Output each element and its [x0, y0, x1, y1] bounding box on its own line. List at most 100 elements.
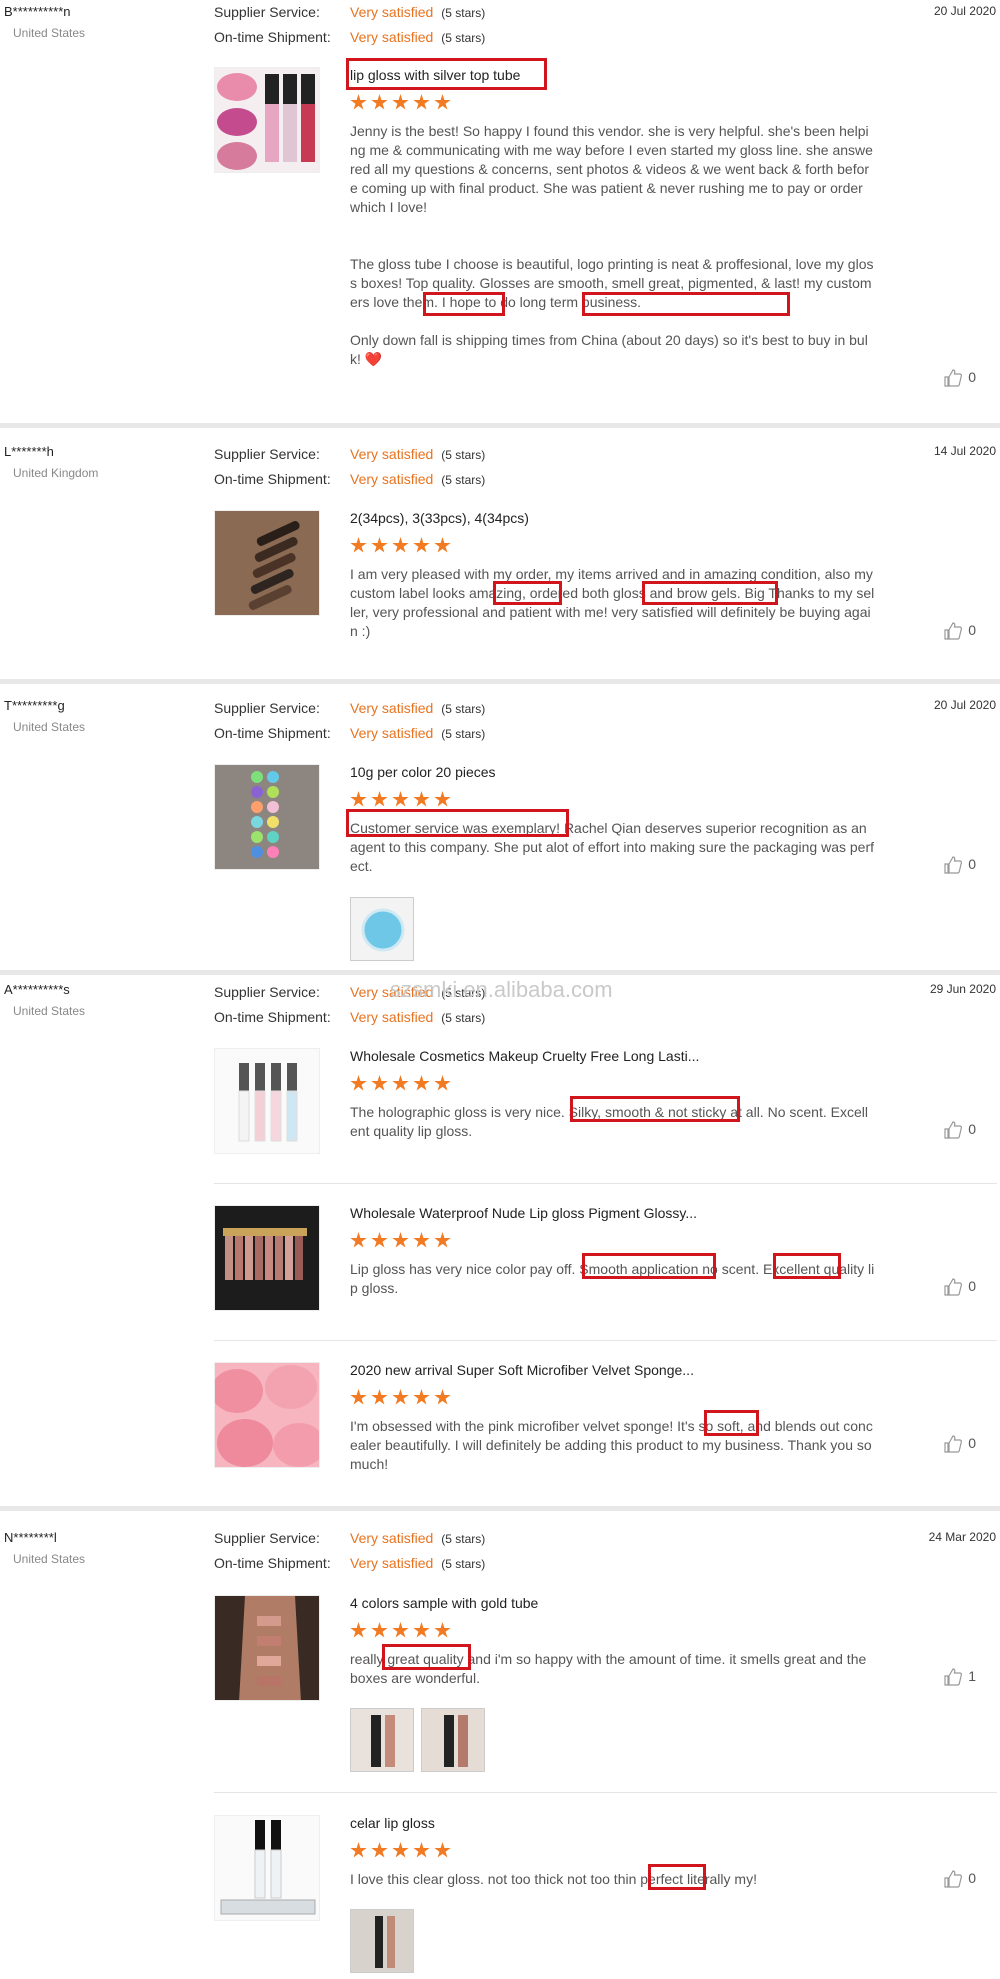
like-count: 0: [968, 622, 976, 638]
rating-label: On-time Shipment:: [214, 1555, 331, 1571]
ontime-shipment-rating: On-time Shipment: Very satisfied (5 stars): [214, 1555, 485, 1571]
review-photo[interactable]: [350, 1909, 414, 1973]
review-date: 24 Mar 2020: [928, 1530, 996, 1544]
thumbs-up-icon: [944, 1668, 963, 1686]
buyer-country: United States: [13, 26, 86, 40]
review-card: B**********n United States 20 Jul 2020 S…: [0, 0, 1000, 428]
like-count: 0: [968, 1870, 976, 1886]
supplier-service-rating: Supplier Service: Very satisfied (5 stars): [214, 4, 485, 20]
product-title[interactable]: Wholesale Waterproof Nude Lip gloss Pigm…: [350, 1205, 697, 1221]
like-button[interactable]: 0: [944, 1870, 976, 1888]
like-button[interactable]: 0: [944, 856, 976, 874]
highlight-box: [346, 58, 547, 90]
like-button[interactable]: 0: [944, 1121, 976, 1139]
product-title[interactable]: Wholesale Cosmetics Makeup Cruelty Free …: [350, 1048, 699, 1064]
rating-label: Supplier Service:: [214, 4, 320, 20]
ontime-shipment-rating: On-time Shipment: Very satisfied (5 stars): [214, 29, 485, 45]
thumbs-up-icon: [944, 1121, 963, 1139]
product-title[interactable]: 2020 new arrival Super Soft Microfiber V…: [350, 1362, 694, 1378]
rating-stars-text: (5 stars): [441, 702, 486, 716]
supplier-service-rating: Supplier Service: Very satisfied (5 stars): [214, 700, 485, 716]
star-rating: [350, 94, 455, 111]
rating-value: Very satisfied: [350, 471, 434, 487]
item-divider: [214, 1792, 997, 1793]
highlight-box: [704, 1410, 759, 1436]
rating-stars-text: (5 stars): [441, 6, 486, 20]
review-card: A**********s United States 29 Jun 2020 S…: [0, 978, 1000, 1511]
like-button[interactable]: 1: [944, 1668, 976, 1686]
buyer-country: United States: [13, 1552, 86, 1566]
review-card: N********l United States 24 Mar 2020 Sup…: [0, 1520, 1000, 1979]
rating-value: Very satisfied: [350, 4, 434, 20]
product-title[interactable]: 2(34pcs), 3(33pcs), 4(34pcs): [350, 510, 529, 526]
highlight-box: [570, 1096, 740, 1122]
thumbs-up-icon: [944, 369, 963, 387]
rating-value: Very satisfied: [350, 1009, 434, 1025]
like-button[interactable]: 0: [944, 1435, 976, 1453]
highlight-box: [582, 1253, 716, 1279]
like-button[interactable]: 0: [944, 369, 976, 387]
review-text: I love this clear gloss. not too thick n…: [350, 1871, 757, 1887]
star-rating: [350, 1232, 455, 1249]
ontime-shipment-rating: On-time Shipment: Very satisfied (5 stars): [214, 471, 485, 487]
star-rating: [350, 537, 455, 554]
product-title[interactable]: 4 colors sample with gold tube: [350, 1595, 538, 1611]
review-text: I'm obsessed with the pink microfiber ve…: [350, 1418, 873, 1472]
rating-stars-text: (5 stars): [441, 1532, 486, 1546]
supplier-service-rating: Supplier Service: Very satisfied (5 stars): [214, 446, 485, 462]
review-photo[interactable]: [421, 1708, 485, 1772]
rating-stars-text: (5 stars): [441, 727, 486, 741]
rating-value: Very satisfied: [350, 1555, 434, 1571]
review-photo[interactable]: [350, 1708, 414, 1772]
rating-stars-text: (5 stars): [441, 31, 486, 45]
rating-label: On-time Shipment:: [214, 1009, 331, 1025]
highlight-box: [346, 809, 569, 837]
product-image[interactable]: [214, 1205, 320, 1311]
product-image[interactable]: [214, 67, 320, 173]
like-count: 1: [968, 1668, 976, 1684]
buyer-country: United States: [13, 720, 86, 734]
rating-value: Very satisfied: [350, 1530, 434, 1546]
buyer-name: A**********s: [4, 982, 70, 997]
product-image[interactable]: [214, 510, 320, 616]
rating-label: On-time Shipment:: [214, 471, 331, 487]
watermark: szsmki.en.alibaba.com: [390, 977, 613, 1002]
ontime-shipment-rating: On-time Shipment: Very satisfied (5 stars): [214, 1009, 485, 1025]
star-rating: [350, 1389, 455, 1406]
buyer-name: L*******h: [4, 444, 54, 459]
thumbs-up-icon: [944, 622, 963, 640]
product-image[interactable]: [214, 1595, 320, 1701]
product-image[interactable]: [214, 1362, 320, 1468]
item-divider: [214, 1183, 997, 1184]
thumbs-up-icon: [944, 1870, 963, 1888]
star-rating: [350, 1622, 455, 1639]
highlight-box: [423, 292, 505, 316]
rating-label: Supplier Service:: [214, 446, 320, 462]
thumbs-up-icon: [944, 856, 963, 874]
rating-value: Very satisfied: [350, 29, 434, 45]
supplier-service-rating: Supplier Service: Very satisfied (5 stars): [214, 1530, 485, 1546]
rating-stars-text: (5 stars): [441, 1557, 486, 1571]
product-image[interactable]: [214, 1815, 320, 1921]
thumbs-up-icon: [944, 1278, 963, 1296]
review-photo[interactable]: [350, 897, 414, 961]
like-button[interactable]: 0: [944, 622, 976, 640]
product-title[interactable]: celar lip gloss: [350, 1815, 435, 1831]
review-date: 20 Jul 2020: [933, 4, 996, 18]
like-count: 0: [968, 369, 976, 385]
rating-value: Very satisfied: [350, 725, 434, 741]
review-text: I am very pleased with my order, my item…: [350, 566, 875, 639]
review-date: 29 Jun 2020: [929, 982, 996, 996]
rating-stars-text: (5 stars): [441, 1011, 486, 1025]
highlight-box: [648, 1864, 706, 1890]
like-count: 0: [968, 1278, 976, 1294]
product-image[interactable]: [214, 764, 320, 870]
product-image[interactable]: [214, 1048, 320, 1154]
highlight-box: [642, 581, 778, 605]
rating-value: Very satisfied: [350, 700, 434, 716]
rating-label: On-time Shipment:: [214, 29, 331, 45]
rating-stars-text: (5 stars): [441, 448, 486, 462]
like-button[interactable]: 0: [944, 1278, 976, 1296]
product-title[interactable]: 10g per color 20 pieces: [350, 764, 496, 780]
highlight-box: [773, 1253, 841, 1279]
